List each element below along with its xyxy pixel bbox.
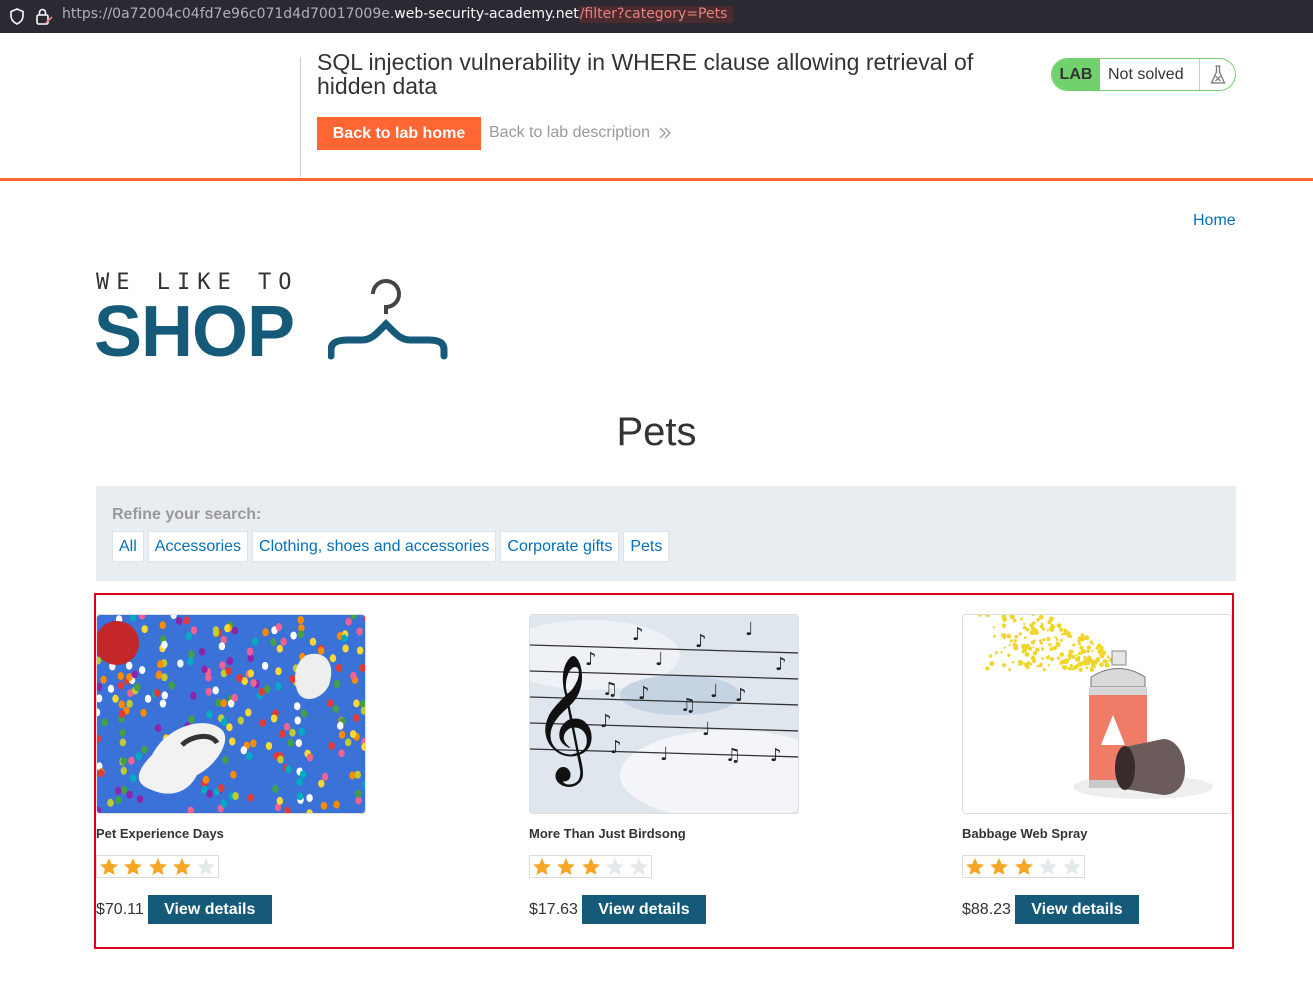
svg-text:𝄞: 𝄞: [532, 653, 597, 787]
product-image-birdsong[interactable]: 𝄞 ♪ ♪ ♩ ♪ ♩ ♪ ♫ ♪ ♫ ♩ ♪ ♪ ♩ ♫ ♪ ♩ ♪: [529, 614, 799, 814]
category-filter-corporate-gifts[interactable]: Corporate gifts: [500, 531, 620, 562]
view-details-button[interactable]: View details: [581, 895, 706, 924]
category-filter-clothing[interactable]: Clothing, shoes and accessories: [252, 531, 497, 562]
svg-text:♪: ♪: [585, 649, 597, 670]
lab-status-badge: LAB Not solved: [1051, 58, 1236, 91]
product-rating: [529, 855, 652, 878]
divider: [300, 57, 301, 177]
shop-logo[interactable]: WE LIKE TO SHOP: [94, 270, 456, 372]
view-details-button[interactable]: View details: [1014, 895, 1139, 924]
product-name: Babbage Web Spray: [962, 826, 1088, 841]
star-filled-icon: [963, 856, 987, 877]
star-filled-icon: [145, 856, 169, 877]
insecure-lock-icon: [36, 8, 53, 25]
star-filled-icon: [1011, 856, 1035, 877]
svg-text:♫: ♫: [602, 679, 618, 700]
star-filled-icon: [121, 856, 145, 877]
svg-text:♪: ♪: [695, 631, 707, 652]
lab-badge-label: LAB: [1052, 59, 1100, 90]
product-image-balloons-dog[interactable]: [96, 614, 366, 814]
refine-search-label: Refine your search:: [112, 506, 262, 523]
lab-status-text: Not solved: [1108, 66, 1184, 83]
svg-text:♪: ♪: [600, 711, 612, 732]
product-price: $17.63: [529, 900, 578, 918]
home-link[interactable]: Home: [1193, 212, 1236, 230]
svg-text:♩: ♩: [745, 619, 754, 640]
product-name: Pet Experience Days: [96, 826, 224, 841]
star-empty-icon: [1060, 856, 1084, 877]
svg-text:♩: ♩: [660, 744, 669, 765]
logo-wordmark: SHOP: [94, 292, 295, 372]
back-to-lab-home-button[interactable]: Back to lab home: [317, 117, 481, 150]
back-to-lab-description-label: Back to lab description: [489, 124, 650, 141]
svg-text:♩: ♩: [702, 719, 711, 740]
star-filled-icon: [987, 856, 1011, 877]
star-filled-icon: [578, 856, 602, 877]
star-filled-icon: [170, 856, 194, 877]
svg-text:♩: ♩: [655, 649, 664, 670]
star-empty-icon: [1036, 856, 1060, 877]
lab-title: SQL injection vulnerability in WHERE cla…: [317, 49, 974, 99]
star-empty-icon: [603, 856, 627, 877]
search-filter-panel: Refine your search: All Accessories Clot…: [96, 486, 1236, 581]
product-card: 𝄞 ♪ ♪ ♩ ♪ ♩ ♪ ♫ ♪ ♫ ♩ ♪ ♪ ♩ ♫ ♪ ♩ ♪ More Than Just …: [529, 614, 799, 924]
lab-header: SQL injection vulnerability in WHERE cla…: [0, 33, 1313, 181]
category-filter-accessories[interactable]: Accessories: [147, 531, 249, 562]
svg-text:♪: ♪: [770, 745, 782, 766]
shield-icon: [10, 8, 24, 25]
product-price: $88.23: [962, 900, 1011, 918]
browser-url-bar[interactable]: https://0a72004c04fd7e96c071d4d70017009e…: [0, 0, 1313, 33]
double-chevron-right-icon: [659, 127, 671, 139]
svg-text:♪: ♪: [638, 683, 650, 704]
category-filter-list: All Accessories Clothing, shoes and acce…: [112, 531, 670, 562]
product-rating: [962, 855, 1085, 878]
star-filled-icon: [554, 856, 578, 877]
category-filter-pets[interactable]: Pets: [623, 531, 670, 562]
svg-text:♪: ♪: [735, 685, 747, 706]
product-image-web-spray[interactable]: [962, 614, 1232, 814]
flask-icon: [1199, 59, 1235, 90]
product-card: Pet Experience Days $70.11 View details: [96, 614, 366, 924]
star-filled-icon: [97, 856, 121, 877]
product-price: $70.11: [96, 900, 144, 918]
product-grid: Pet Experience Days $70.11 View details: [94, 593, 1234, 949]
product-card: Babbage Web Spray $88.23 View details: [962, 614, 1232, 924]
svg-text:♩: ♩: [710, 681, 719, 702]
back-to-lab-description-link[interactable]: Back to lab description: [489, 124, 672, 142]
coat-hanger-icon: [328, 279, 448, 360]
svg-text:♪: ♪: [632, 624, 644, 645]
svg-text:♫: ♫: [680, 695, 696, 716]
star-filled-icon: [530, 856, 554, 877]
star-empty-icon: [194, 856, 218, 877]
product-name: More Than Just Birdsong: [529, 826, 686, 841]
page-title: Pets: [616, 410, 697, 454]
view-details-button[interactable]: View details: [147, 895, 272, 924]
url-text[interactable]: https://0a72004c04fd7e96c071d4d70017009e…: [62, 6, 734, 23]
product-rating: [96, 855, 219, 878]
svg-text:♪: ♪: [775, 654, 787, 675]
star-empty-icon: [627, 856, 651, 877]
svg-text:♪: ♪: [610, 737, 622, 758]
svg-text:♫: ♫: [725, 745, 741, 766]
category-filter-all[interactable]: All: [112, 531, 144, 562]
